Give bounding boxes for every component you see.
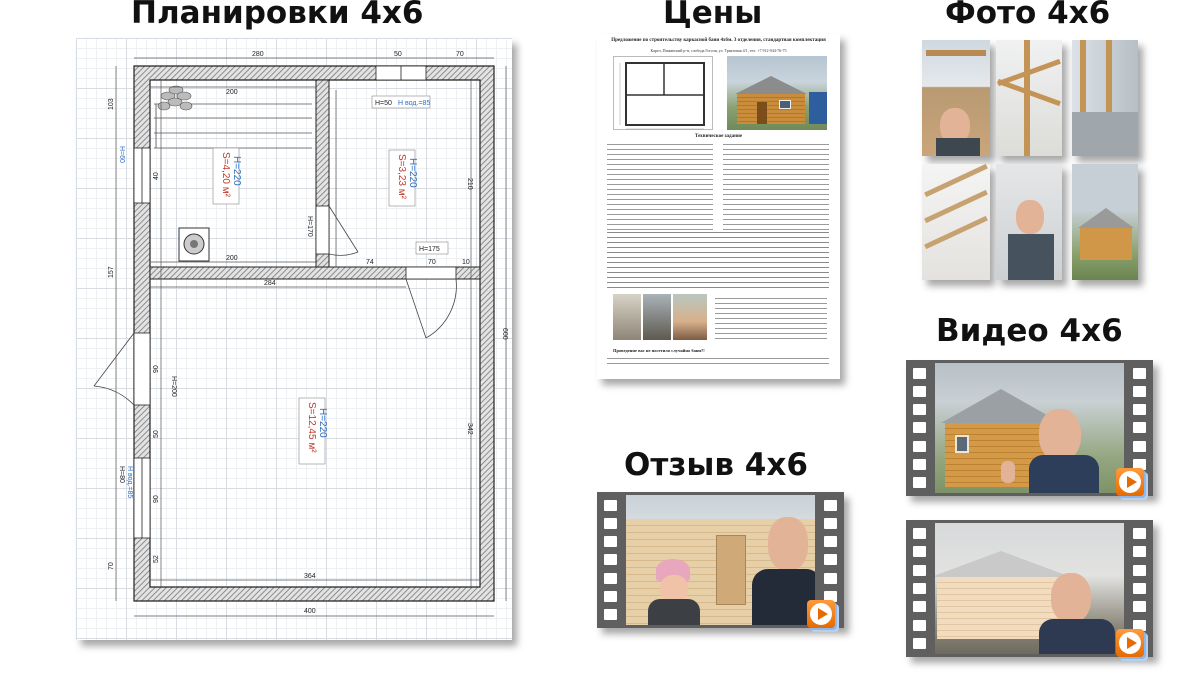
dim-inner-0: 200 [226, 89, 238, 96]
price-doc-house-photo [727, 56, 827, 130]
photo-thumb-3[interactable] [1072, 40, 1138, 156]
price-doc-price-lines [607, 230, 829, 288]
price-doc-photo-1 [613, 294, 641, 340]
door-label-0: H=50 [375, 100, 392, 107]
window-label-0: H вод.=85 [398, 100, 430, 107]
room-rest-area: S=12,45 м² [306, 402, 317, 453]
room-steam-height: H=220 [231, 156, 242, 186]
dim-left-3: 90 [153, 365, 160, 373]
window-label-1: H=60 [118, 146, 125, 163]
dim-inner-1: 200 [226, 255, 238, 262]
price-doc-title: Предложение по строительству каркасной б… [611, 38, 826, 43]
room-wash-height: H=220 [407, 158, 418, 188]
photo-thumb-2[interactable] [996, 40, 1062, 156]
room-wash-area: S=3,23 м² [396, 154, 407, 200]
dim-right-0: 210 [466, 178, 473, 190]
window-label-2: H=80 [118, 466, 125, 483]
dim-inner-3: 74 [366, 259, 374, 266]
price-doc-subtitle: Карел, Пижанский р-н, слобода Гоголя, ул… [650, 48, 787, 53]
room-rest-height: H=220 [317, 408, 328, 438]
photo-gallery [920, 38, 1142, 284]
dim-left-7: 70 [108, 562, 115, 570]
review-heading: Отзыв 4х6 [624, 447, 808, 483]
dim-left-1: 157 [108, 266, 115, 278]
price-document-card[interactable]: Предложение по строительству каркасной б… [597, 34, 840, 379]
video-heading: Видео 4х6 [936, 313, 1123, 349]
video-1-play-icon[interactable] [1116, 468, 1144, 496]
plans-heading: Планировки 4х6 [131, 0, 424, 31]
review-video-clip[interactable] [597, 492, 844, 628]
price-doc-plan [613, 56, 713, 130]
outer-walls [133, 65, 495, 602]
dim-top-0: 280 [252, 51, 264, 58]
dim-left-2: 40 [153, 172, 160, 180]
video-1-frame [935, 363, 1124, 493]
price-doc-photo-2 [643, 294, 671, 340]
dim-top-2: 70 [456, 51, 464, 58]
review-video-frame [626, 495, 815, 625]
photo-thumb-5[interactable] [996, 164, 1062, 280]
dim-right-1: 342 [466, 423, 473, 435]
video-clip-2[interactable] [906, 520, 1153, 657]
price-doc-question: Проведение вас не посетило случайно бани… [613, 348, 705, 353]
dim-inner-4: 70 [428, 259, 436, 266]
dim-left-0: 103 [108, 98, 115, 110]
dim-left-6: 52 [153, 555, 160, 563]
price-doc-photo-3 [673, 294, 707, 340]
photo-thumb-6[interactable] [1072, 164, 1138, 280]
dim-inner-2: 284 [264, 280, 276, 287]
dim-top-1: 50 [394, 51, 402, 58]
video-2-frame [935, 523, 1124, 654]
photo-thumb-4[interactable] [922, 164, 990, 280]
dim-right-2: 600 [501, 328, 508, 340]
video-clip-1[interactable] [906, 360, 1153, 496]
door-label-1: H=175 [419, 246, 440, 253]
photo-heading: Фото 4х6 [945, 0, 1111, 31]
door-label-2: H=170 [306, 216, 313, 237]
dim-inner-5: 10 [462, 259, 470, 266]
floor-plan-drawing: 280 50 70 364 400 200 200 284 74 70 10 1… [93, 51, 508, 617]
dim-bottom-0: 364 [304, 573, 316, 580]
dim-left-4: 50 [153, 430, 160, 438]
door-label-3: H=200 [170, 376, 177, 397]
floor-plan-card[interactable]: 280 50 70 364 400 200 200 284 74 70 10 1… [76, 38, 512, 640]
window-label-3: H вод.=85 [126, 466, 133, 498]
price-doc-spec-heading: Техническое задание [694, 134, 743, 139]
video-2-play-icon[interactable] [1116, 629, 1144, 657]
room-steam-area: S=4,20 м² [220, 152, 231, 198]
dim-bottom-1: 400 [304, 608, 316, 615]
prices-heading: Цены [663, 0, 763, 31]
photo-thumb-1[interactable] [922, 40, 990, 156]
broom-decoration [157, 85, 193, 111]
dim-left-5: 90 [153, 495, 160, 503]
review-play-icon[interactable] [807, 600, 835, 628]
